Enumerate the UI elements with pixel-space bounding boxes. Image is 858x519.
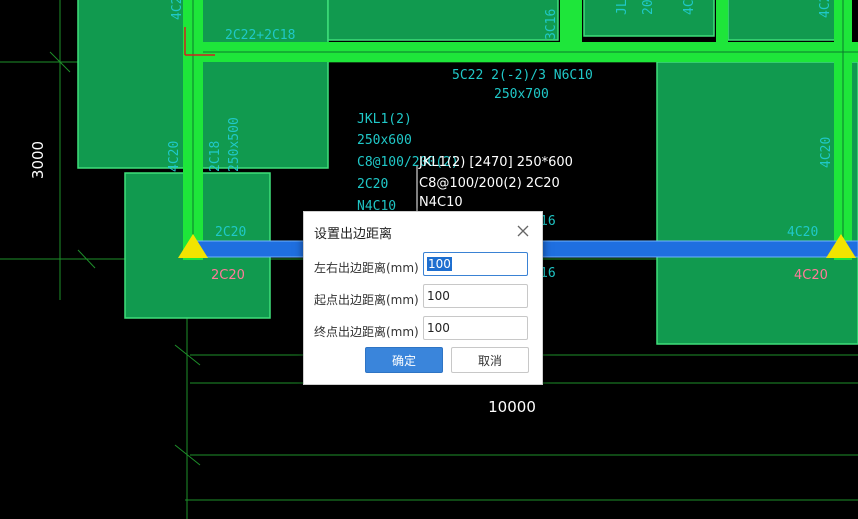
label-top-col-mid: 3C16: [544, 9, 559, 40]
label-top-col-left: 4C2: [170, 0, 185, 20]
end-distance-label: 终点出边距离(mm): [314, 325, 419, 339]
left-right-distance-label: 左右出边距离(mm): [314, 261, 419, 275]
dimension-vertical: 3000: [29, 141, 47, 179]
label-jkl-2: 250x600: [357, 133, 412, 148]
label-top-col-right-c: 4C2: [682, 0, 697, 15]
left-right-distance-input[interactable]: 100: [423, 252, 528, 276]
end-distance-value: 100: [427, 321, 450, 335]
label-top-col-far-right: 4C2: [818, 0, 833, 18]
label-beam-span-2: 250x700: [494, 87, 549, 102]
beam-annotation: JKL1(2) [2470] 250*600 C8@100/200(2) 2C2…: [418, 155, 573, 210]
label-top-col-right-a: JL: [615, 0, 630, 15]
left-right-distance-value: 100: [427, 257, 452, 271]
close-icon[interactable]: [514, 222, 532, 240]
cancel-button[interactable]: 取消: [451, 347, 529, 373]
annotation-line-3: N4C10: [419, 195, 463, 210]
label-right-support-top: 4C20: [787, 225, 818, 240]
label-col-left-b: 2C18: [208, 141, 223, 172]
end-distance-input[interactable]: 100: [423, 316, 528, 340]
label-col-left-c: 250x500: [227, 117, 242, 172]
start-distance-input[interactable]: 100: [423, 284, 528, 308]
label-beam-span-1: 5C22 2(-2)/3 N6C10: [452, 68, 593, 83]
dimension-horizontal: 10000: [488, 398, 536, 416]
label-left-support-top: 2C20: [215, 225, 246, 240]
label-right-support-bottom: 4C20: [794, 268, 828, 283]
annotation-line-1: JKL1(2) [2470] 250*600: [418, 155, 573, 170]
label-left-support-bottom: 2C20: [211, 268, 245, 283]
ok-button[interactable]: 确定: [365, 347, 443, 373]
label-jkl-1: JKL1(2): [357, 112, 412, 127]
start-distance-value: 100: [427, 289, 450, 303]
label-col-left-a: 4C20: [167, 141, 182, 172]
label-top-col-right-b: 20: [641, 0, 656, 15]
start-distance-label: 起点出边距离(mm): [314, 293, 419, 307]
dialog-title: 设置出边距离: [314, 227, 393, 242]
label-top-left-beam: 2C22+2C18: [225, 28, 295, 43]
annotation-line-2: C8@100/200(2) 2C20: [419, 176, 560, 191]
label-jkl-4: 2C20: [357, 177, 388, 192]
edge-distance-dialog: 设置出边距离 左右出边距离(mm) 100 起点出边距离(mm) 100 终点出…: [303, 211, 543, 385]
label-right-col-mid: 4C20: [819, 137, 834, 168]
